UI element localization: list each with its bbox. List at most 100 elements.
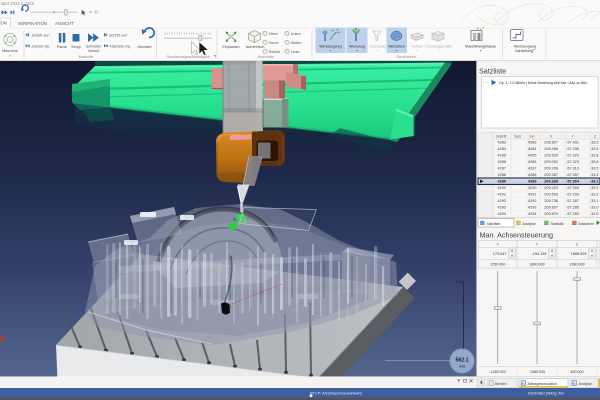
svg-text:4291: 4291 bbox=[498, 193, 506, 197]
svg-text:4290: 4290 bbox=[528, 186, 536, 190]
svg-text:-194.135: -194.135 bbox=[532, 252, 547, 256]
svg-text:Einpassen: Einpassen bbox=[222, 45, 239, 49]
svg-text:-1250.000: -1250.000 bbox=[490, 370, 506, 374]
svg-text:-33.1: -33.1 bbox=[590, 199, 599, 203]
svg-text:Unten: Unten bbox=[291, 32, 301, 36]
svg-text:4294: 4294 bbox=[498, 212, 506, 216]
svg-text:Abfragesimulation: Abfragesimulation bbox=[528, 382, 558, 386]
svg-text:209.593: 209.593 bbox=[544, 193, 558, 197]
svg-text:Analyse: Analyse bbox=[523, 222, 536, 226]
svg-text:Oben: Oben bbox=[269, 32, 278, 36]
svg-text:4288: 4288 bbox=[498, 173, 506, 177]
svg-text:4285: 4285 bbox=[528, 154, 536, 158]
svg-text:Zurück Op.: Zurück Op. bbox=[32, 45, 51, 49]
svg-text:-57.293: -57.293 bbox=[566, 193, 579, 197]
svg-text:4288: 4288 bbox=[528, 173, 536, 177]
svg-text:4289: 4289 bbox=[528, 180, 536, 184]
svg-text:Werkzeugweg: Werkzeugweg bbox=[514, 44, 536, 48]
svg-text:4292: 4292 bbox=[498, 199, 506, 203]
svg-text:1250.000: 1250.000 bbox=[490, 263, 505, 267]
svg-text:-1080.000: -1080.000 bbox=[529, 370, 545, 374]
svg-text:Werkstück: Werkstück bbox=[388, 44, 405, 48]
svg-text:-33.0: -33.0 bbox=[590, 206, 599, 210]
svg-text:-33.8: -33.8 bbox=[590, 160, 599, 164]
svg-text:Rechts: Rechts bbox=[269, 50, 281, 54]
svg-text:-57.313: -57.313 bbox=[566, 167, 579, 171]
svg-text:Maschine: Maschine bbox=[2, 49, 18, 53]
svg-text:209.357: 209.357 bbox=[544, 173, 558, 177]
svg-text:Simulationsgeschwindigkeit: Simulationsgeschwindigkeit bbox=[166, 55, 209, 59]
svg-text:4287: 4287 bbox=[528, 167, 536, 171]
svg-text:4284: 4284 bbox=[498, 147, 506, 151]
svg-text:4291: 4291 bbox=[528, 193, 536, 197]
svg-text:4285: 4285 bbox=[498, 154, 506, 158]
svg-text:Stopp: Stopp bbox=[71, 45, 81, 49]
svg-text:Maschinengehäuse: Maschinengehäuse bbox=[465, 44, 496, 48]
svg-text:Schritt: Schritt bbox=[496, 135, 506, 139]
svg-text:-33.0: -33.0 bbox=[590, 212, 599, 216]
svg-text:400.000: 400.000 bbox=[571, 370, 584, 374]
svg-text:Links: Links bbox=[291, 50, 300, 54]
svg-text:209.736: 209.736 bbox=[544, 199, 558, 203]
svg-text:Vorlauf: Vorlauf bbox=[88, 49, 100, 53]
svg-text:Satzliste: Satzliste bbox=[479, 67, 506, 76]
svg-text:-57.285: -57.285 bbox=[566, 206, 579, 210]
svg-text:-57.431: -57.431 bbox=[566, 141, 579, 145]
svg-text:-57.287: -57.287 bbox=[566, 199, 579, 203]
svg-text:Man. Achsensteuerung: Man. Achsensteuerung bbox=[480, 231, 554, 240]
svg-text:173.047: 173.047 bbox=[493, 252, 507, 256]
svg-text:Sichtbarkeit: Sichtbarkeit bbox=[396, 55, 415, 59]
svg-text:-33.5: -33.5 bbox=[590, 167, 599, 171]
svg-text:209.520: 209.520 bbox=[544, 154, 558, 158]
svg-text:208.958: 208.958 bbox=[544, 147, 558, 151]
svg-text:Werkzeug: Werkzeug bbox=[349, 44, 365, 48]
svg-text:4284: 4284 bbox=[528, 147, 536, 151]
svg-text:Ursprungsprofilel: Ursprungsprofilel bbox=[425, 44, 452, 48]
svg-text:Rohteil: Rohteil bbox=[411, 44, 422, 48]
svg-text:4286: 4286 bbox=[528, 160, 536, 164]
svg-text:Nächste Op.: Nächste Op. bbox=[110, 45, 131, 49]
svg-text:Bericht: Bericht bbox=[495, 382, 506, 386]
svg-text:1800.000: 1800.000 bbox=[529, 263, 544, 267]
svg-text:Analyse: Analyse bbox=[579, 382, 592, 386]
svg-text:-57.329: -57.329 bbox=[566, 154, 579, 158]
svg-text:4292: 4292 bbox=[528, 199, 536, 203]
svg-text:lator 2023.1-2328: lator 2023.1-2328 bbox=[1, 1, 34, 6]
svg-text:4293: 4293 bbox=[498, 206, 506, 210]
svg-text:-33.5: -33.5 bbox=[590, 147, 599, 151]
svg-text:RTCP: AN [Maschinenwinkeln]: RTCP: AN [Maschinenwinkeln] bbox=[310, 391, 362, 395]
svg-text:-33.1: -33.1 bbox=[590, 180, 599, 184]
svg-text:Satzliste: Satzliste bbox=[487, 222, 501, 226]
svg-text:209.807: 209.807 bbox=[544, 206, 558, 210]
svg-text:VERIFIKATION: VERIFIKATION bbox=[17, 21, 47, 26]
svg-text:4290: 4290 bbox=[498, 186, 506, 190]
svg-text:mm: mm bbox=[459, 364, 465, 369]
svg-text:209.423: 209.423 bbox=[544, 186, 558, 190]
svg-text:-57.300: -57.300 bbox=[566, 186, 579, 190]
svg-text:Schritt vor: Schritt vor bbox=[109, 34, 127, 38]
svg-text:Neustart: Neustart bbox=[138, 45, 152, 49]
svg-text:Kontrolle: Kontrolle bbox=[79, 55, 94, 59]
svg-text:4294: 4294 bbox=[528, 212, 536, 216]
svg-text:-33.4: -33.4 bbox=[590, 173, 599, 177]
svg-text:Spannung: Spannung bbox=[369, 44, 385, 48]
svg-text:Satz: Satz bbox=[514, 135, 522, 139]
svg-text:Maschine: Maschine bbox=[579, 222, 595, 226]
svg-text:1668.903: 1668.903 bbox=[571, 252, 587, 256]
svg-text:208.897: 208.897 bbox=[544, 141, 558, 145]
svg-text:4283: 4283 bbox=[498, 141, 506, 145]
svg-text:Darstellung: Darstellung bbox=[515, 49, 533, 53]
svg-text:ON: ON bbox=[1, 21, 7, 26]
svg-text:-57.307: -57.307 bbox=[566, 173, 579, 177]
svg-text:-33.2: -33.2 bbox=[590, 193, 599, 197]
svg-text:Ansichten: Ansichten bbox=[258, 55, 274, 59]
svg-text:-33.2: -33.2 bbox=[590, 186, 599, 190]
svg-text:-57.283: -57.283 bbox=[566, 212, 579, 216]
svg-text:Werkzeugweg: Werkzeugweg bbox=[319, 44, 341, 48]
svg-text:Vorne: Vorne bbox=[269, 41, 279, 45]
svg-text:-57.323: -57.323 bbox=[566, 160, 579, 164]
svg-text:4283: 4283 bbox=[528, 141, 536, 145]
svg-text:209.052: 209.052 bbox=[544, 160, 558, 164]
svg-text:209.879: 209.879 bbox=[544, 212, 558, 216]
svg-text:Isometrisch: Isometrisch bbox=[246, 45, 265, 49]
